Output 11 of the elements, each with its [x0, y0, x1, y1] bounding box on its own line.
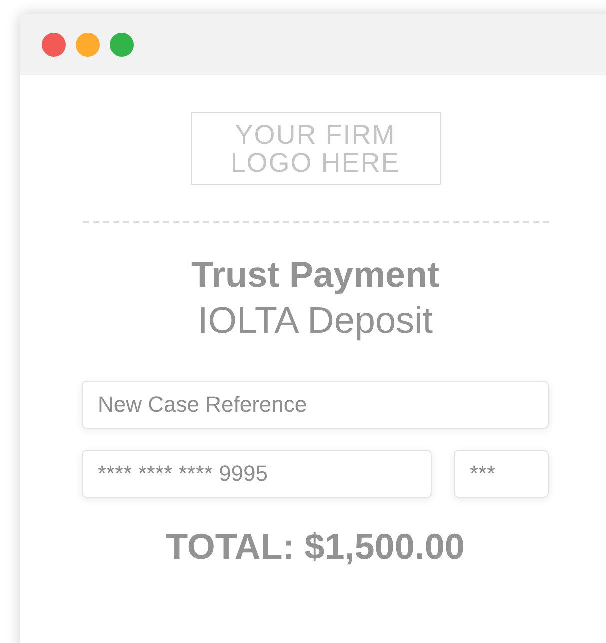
window-control-dot[interactable] [76, 32, 100, 56]
case-reference-field[interactable]: New Case Reference [82, 381, 549, 429]
total-amount: TOTAL: $1,500.00 [165, 525, 466, 569]
payment-title: Trust Payment [190, 253, 441, 297]
security-code-field[interactable]: *** [454, 450, 549, 498]
card-number-field[interactable]: **** **** **** 9995 [82, 450, 432, 498]
payment-subtitle: IOLTA Deposit [196, 299, 434, 343]
logo-text: LOGO HERE [230, 148, 400, 176]
window-control-dot[interactable] [110, 32, 134, 56]
window-control-dot[interactable] [42, 32, 66, 56]
logo-text: YOUR FIRM [235, 120, 396, 148]
